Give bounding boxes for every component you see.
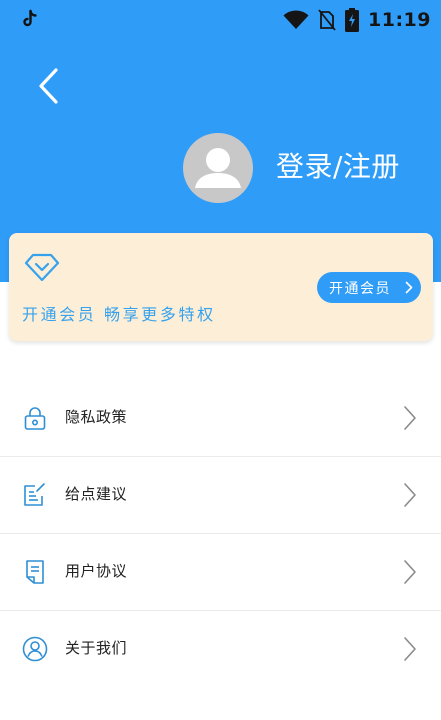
tiktok-icon (23, 9, 37, 27)
settings-menu: 隐私政策 给点建议 用户协议 关于我们 (0, 380, 441, 688)
chevron-right-icon (404, 637, 416, 661)
menu-item-label: 关于我们 (65, 639, 128, 657)
document-icon (26, 560, 44, 584)
open-vip-button-label: 开通会员 (329, 280, 391, 297)
menu-item-privacy-policy[interactable]: 隐私政策 (0, 380, 441, 457)
user-circle-icon (22, 636, 48, 662)
login-register-link[interactable]: 登录/注册 (276, 149, 400, 185)
edit-icon (24, 483, 45, 506)
status-bar: 11:19 (0, 0, 441, 40)
open-vip-button[interactable]: 开通会员 (317, 272, 421, 303)
vip-card: 开通会员 畅享更多特权 开通会员 (9, 233, 433, 341)
user-icon (195, 148, 241, 188)
wifi-icon (283, 10, 309, 29)
vip-slogan: 开通会员 畅享更多特权 (22, 305, 216, 324)
status-time: 11:19 (368, 9, 431, 31)
chevron-right-icon (404, 560, 416, 584)
chevron-left-icon (39, 68, 58, 104)
avatar[interactable] (183, 133, 253, 203)
lock-icon (24, 407, 46, 430)
menu-item-label: 用户协议 (65, 562, 128, 580)
chevron-right-icon (404, 483, 416, 507)
menu-item-label: 给点建议 (65, 485, 128, 503)
battery-charging-icon (345, 8, 360, 32)
menu-item-label: 隐私政策 (65, 408, 128, 426)
status-icons: 11:19 (283, 7, 431, 33)
menu-item-feedback[interactable]: 给点建议 (0, 457, 441, 534)
chevron-right-icon (405, 281, 413, 294)
back-button[interactable] (26, 62, 70, 110)
menu-item-about-us[interactable]: 关于我们 (0, 611, 441, 688)
chevron-right-icon (404, 406, 416, 430)
menu-item-user-agreement[interactable]: 用户协议 (0, 534, 441, 611)
no-sim-icon (318, 9, 336, 31)
diamond-icon (24, 253, 60, 282)
